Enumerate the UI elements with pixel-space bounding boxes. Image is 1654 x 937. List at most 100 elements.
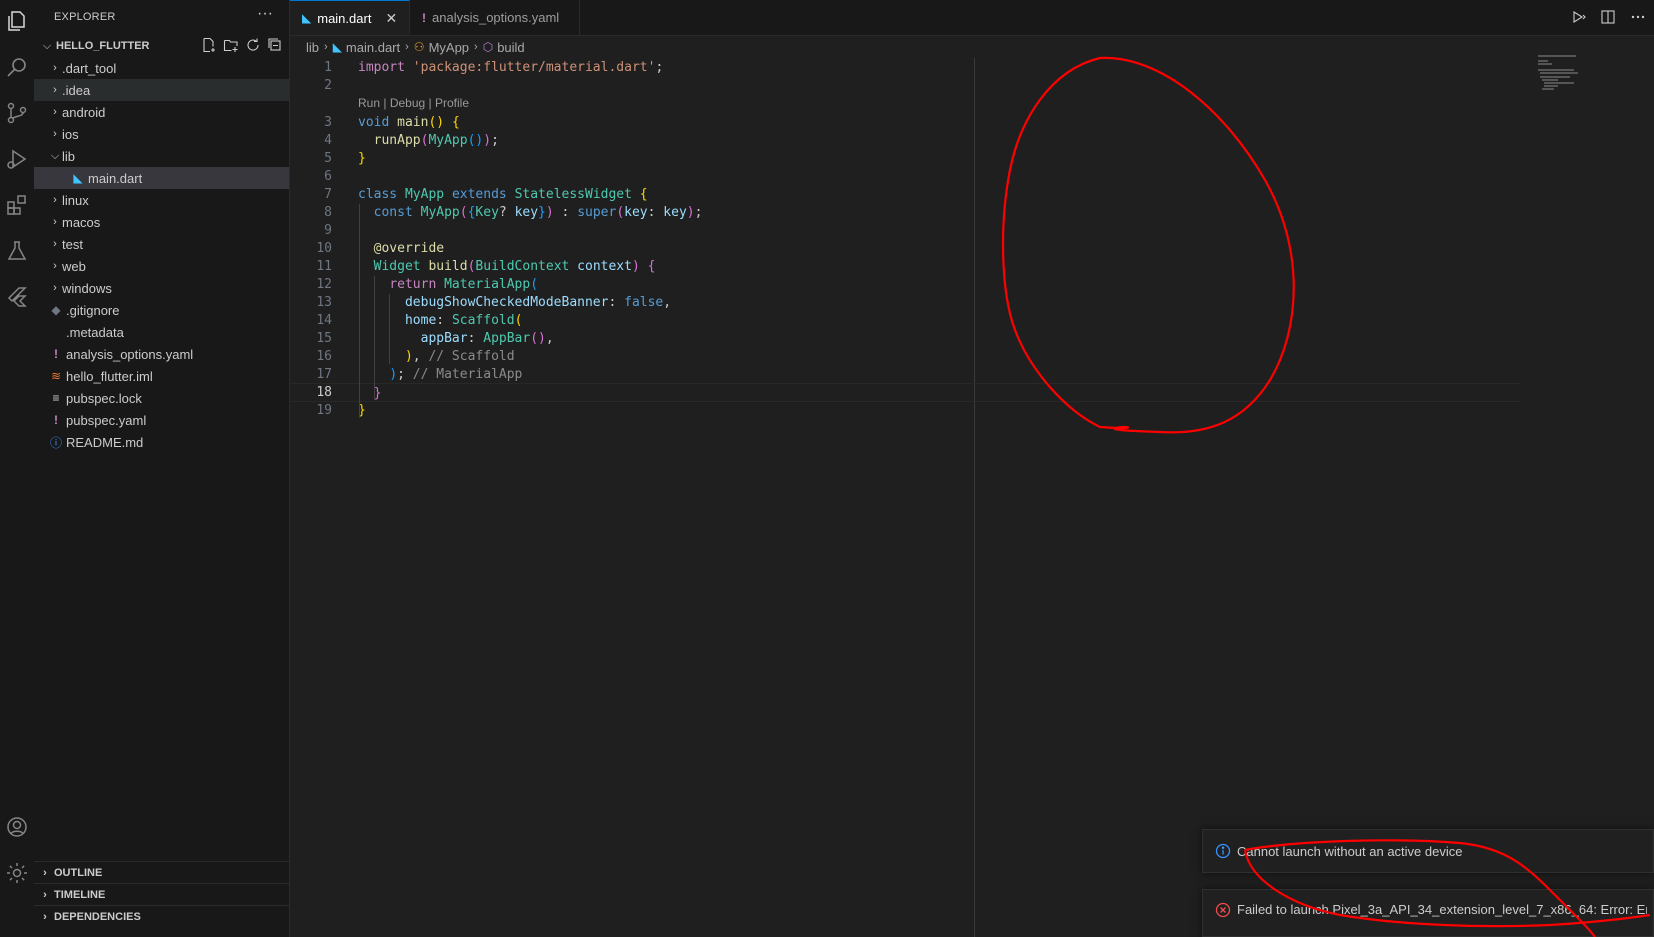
source-control-icon[interactable] — [0, 96, 34, 130]
outline-label: OUTLINE — [54, 867, 103, 879]
notification-info[interactable]: Cannot launch without an active device — [1202, 829, 1654, 873]
chevron-right-icon: › — [53, 282, 57, 294]
activity-bar — [0, 0, 35, 937]
tree-item-label: .dart_tool — [62, 60, 117, 76]
more-actions-icon[interactable] — [1630, 9, 1646, 28]
tree-item-label: pubspec.yaml — [66, 412, 147, 428]
new-file-icon[interactable] — [201, 37, 217, 56]
tree-item-label: web — [62, 258, 86, 274]
code-line: void main() { — [358, 115, 460, 130]
chevron-down-icon: ⌵ — [42, 39, 52, 52]
refresh-icon[interactable] — [245, 37, 261, 56]
tree-item[interactable]: ≡ pubspec.lock — [34, 387, 289, 409]
chevron-right-icon: › — [43, 911, 47, 923]
tab-analysis-options[interactable]: ! analysis_options.yaml — [410, 0, 580, 35]
tree-item-label: android — [62, 104, 106, 120]
code-line: } — [358, 151, 366, 166]
tab-label: main.dart — [317, 10, 372, 26]
explorer-title: EXPLORER — [54, 11, 116, 23]
code-line: const MyApp({Key? key}) : super(key: key… — [373, 205, 703, 220]
codelens-debug[interactable]: Debug — [390, 96, 425, 110]
indent-guide — [374, 276, 375, 400]
tree-item-label: macos — [62, 214, 101, 230]
code-line: return MaterialApp( — [389, 277, 539, 292]
tree-item[interactable]: .metadata — [34, 321, 289, 343]
dart-file-icon: ◣ — [73, 171, 83, 185]
chevron-right-icon: › — [53, 260, 57, 272]
chevron-right-icon: › — [405, 41, 409, 53]
close-icon[interactable]: ✕ — [385, 10, 397, 27]
tree-item[interactable]: ⌵ lib — [34, 145, 289, 167]
class-symbol-icon: ⚇ — [413, 40, 425, 54]
tree-item[interactable]: ! pubspec.yaml — [34, 409, 289, 431]
chevron-right-icon: › — [53, 194, 57, 206]
tree-item[interactable]: ! analysis_options.yaml — [34, 343, 289, 365]
tree-item[interactable]: › test — [34, 233, 289, 255]
tab-main-dart[interactable]: ◣ main.dart ✕ — [290, 0, 410, 35]
info-file-icon: ⓘ — [49, 435, 62, 450]
account-icon[interactable] — [0, 810, 34, 844]
explorer-more-actions-icon[interactable]: ··· — [257, 5, 273, 23]
line-number: 6 — [324, 169, 332, 184]
notification-error[interactable]: Failed to launch Pixel_3a_API_34_extensi… — [1202, 889, 1654, 937]
chevron-right-icon: › — [53, 62, 57, 74]
tree-item[interactable]: › linux — [34, 189, 289, 211]
tree-item[interactable]: › android — [34, 101, 289, 123]
chevron-right-icon: › — [53, 216, 57, 228]
dependencies-section[interactable]: › DEPENDENCIES — [34, 905, 289, 928]
tree-item[interactable]: › web — [34, 255, 289, 277]
breadcrumb-method[interactable]: build — [497, 40, 524, 55]
explorer-icon[interactable] — [0, 4, 34, 38]
project-folder-row[interactable]: ⌵ HELLO_FLUTTER — [34, 36, 289, 56]
tree-item[interactable]: ⓘ README.md — [34, 431, 289, 453]
tree-item[interactable]: ◣ main.dart — [34, 167, 289, 189]
codelens: Run | Debug | Profile — [358, 96, 469, 110]
codelens-run[interactable]: Run — [358, 96, 380, 110]
code-line: import 'package:flutter/material.dart'; — [358, 60, 664, 75]
notification-text: Failed to launch Pixel_3a_API_34_extensi… — [1237, 902, 1647, 917]
tree-item[interactable]: › .dart_tool — [34, 57, 289, 79]
tree-item[interactable]: › windows — [34, 277, 289, 299]
code-line: runApp(MyApp()); — [373, 133, 499, 148]
indent-guide — [389, 294, 390, 364]
collapse-all-icon[interactable] — [267, 37, 283, 56]
new-folder-icon[interactable] — [223, 37, 239, 56]
tree-item[interactable]: › ios — [34, 123, 289, 145]
chevron-right-icon: › — [53, 84, 57, 96]
tree-item[interactable]: ◆ .gitignore — [34, 299, 289, 321]
manage-gear-icon[interactable] — [0, 856, 34, 890]
yaml-file-icon: ! — [54, 347, 58, 361]
tree-item[interactable]: ≋ hello_flutter.iml — [34, 365, 289, 387]
tree-item-label: windows — [62, 280, 112, 296]
search-icon[interactable] — [0, 50, 34, 84]
breadcrumb: lib › ◣ main.dart › ⚇ MyApp › ⬡ build — [306, 36, 525, 58]
code-editor[interactable]: 1 2 3 4 5 6 7 8 9 10 11 12 13 14 15 16 17 18 19 Run | Debu… — [290, 58, 1520, 937]
breadcrumb-class[interactable]: MyApp — [429, 40, 469, 55]
tree-item-label: linux — [62, 192, 89, 208]
lock-file-icon: ≡ — [52, 391, 60, 405]
codelens-profile[interactable]: Profile — [435, 96, 469, 110]
tree-item[interactable]: › .idea — [34, 79, 289, 101]
minimap[interactable] — [1538, 55, 1598, 95]
breadcrumb-file[interactable]: main.dart — [346, 40, 400, 55]
timeline-section[interactable]: › TIMELINE — [34, 883, 289, 906]
code-line: @override — [373, 241, 445, 256]
tree-item-label: test — [62, 236, 83, 252]
breadcrumb-folder[interactable]: lib — [306, 40, 319, 55]
info-icon — [1215, 843, 1231, 859]
extensions-icon[interactable] — [0, 188, 34, 222]
split-editor-icon[interactable] — [1600, 9, 1616, 28]
tree-item[interactable]: › macos — [34, 211, 289, 233]
tree-item-label: .gitignore — [66, 302, 120, 318]
testing-icon[interactable] — [0, 234, 34, 268]
error-icon — [1215, 902, 1231, 918]
chevron-right-icon: › — [43, 889, 47, 901]
chevron-right-icon: › — [474, 41, 478, 53]
chevron-right-icon: › — [53, 106, 57, 118]
outline-section[interactable]: › OUTLINE — [34, 861, 289, 884]
line-number: 9 — [324, 223, 332, 238]
run-debug-icon[interactable] — [0, 142, 34, 176]
flutter-icon[interactable] — [0, 280, 34, 314]
notification-text: Cannot launch without an active device — [1237, 843, 1463, 859]
run-menu-icon[interactable] — [1570, 9, 1586, 28]
